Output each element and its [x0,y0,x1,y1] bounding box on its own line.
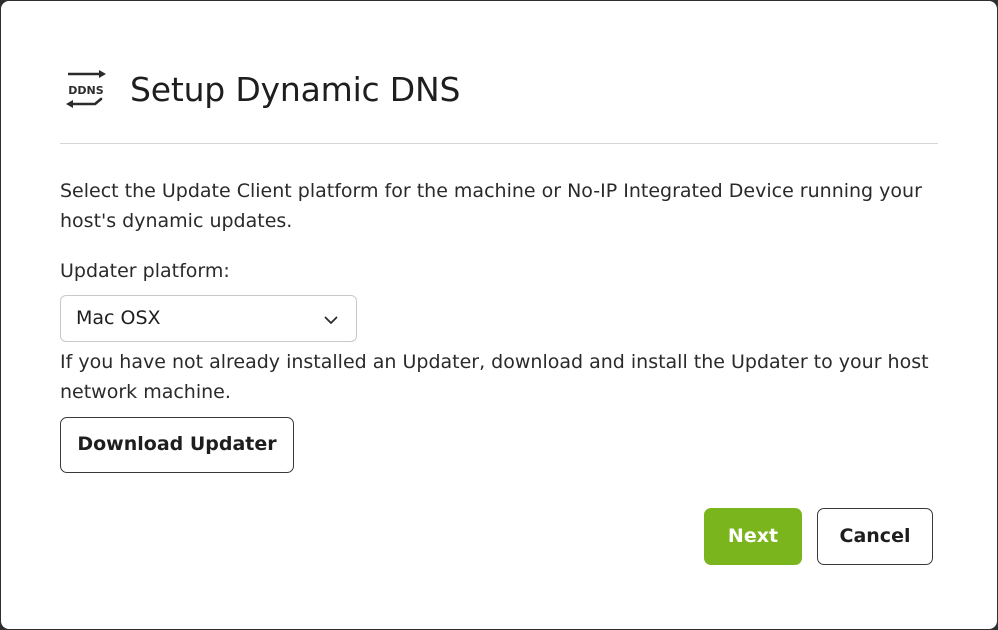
setup-ddns-dialog: DDNS Setup Dynamic DNS Select the Update… [1,1,997,629]
cancel-button[interactable]: Cancel [817,508,933,565]
platform-select-value: Mac OSX [76,307,161,329]
download-updater-button[interactable]: Download Updater [60,417,294,473]
ddns-icon: DDNS [64,67,108,111]
dialog-header: DDNS Setup Dynamic DNS [60,63,938,144]
ddns-icon-label: DDNS [68,84,103,97]
chevron-down-icon [324,312,338,326]
platform-label: Updater platform: [60,260,230,282]
install-instructions: If you have not already installed an Upd… [60,351,929,403]
dialog-description: Select the Update Client platform for th… [60,180,922,232]
dialog-title: Setup Dynamic DNS [130,70,461,109]
next-button[interactable]: Next [704,508,802,565]
platform-select[interactable]: Mac OSX [60,295,357,342]
